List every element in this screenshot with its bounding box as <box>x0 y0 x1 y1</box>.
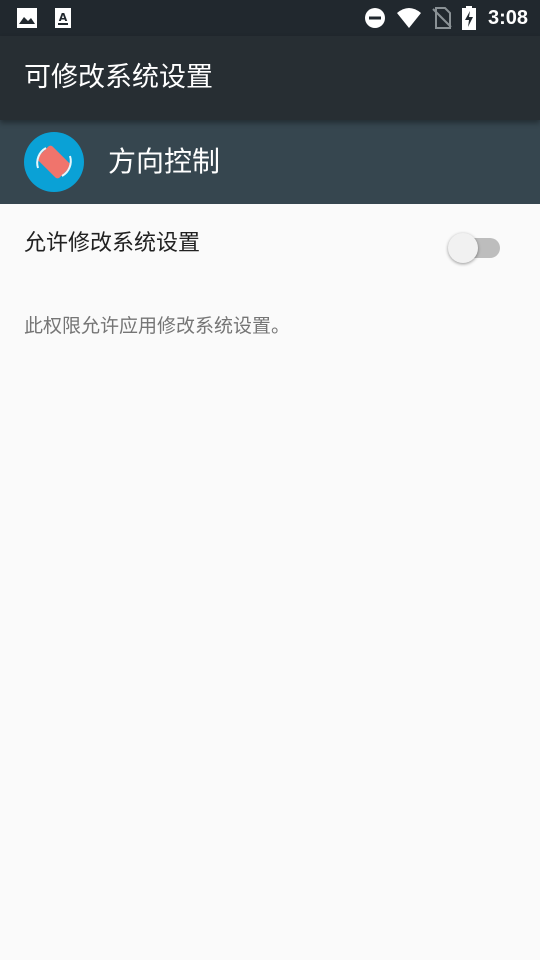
app-header: 方向控制 <box>0 120 540 204</box>
svg-text:A: A <box>59 11 68 24</box>
no-sim-icon <box>432 7 452 29</box>
font-notification-icon: A <box>54 7 74 29</box>
notification-icons: A <box>16 7 74 29</box>
allow-modify-settings-toggle[interactable] <box>448 228 504 264</box>
app-bar: 可修改系统设置 <box>0 36 540 120</box>
allow-modify-settings-row[interactable]: 允许修改系统设置 <box>0 204 540 286</box>
image-notification-icon <box>16 7 38 29</box>
screen: A 3:08 可修改系统设置 方向控制 允许修改系统设置 此权限允许应用修改系统… <box>0 0 540 960</box>
app-name: 方向控制 <box>108 145 221 178</box>
wifi-icon <box>396 7 422 29</box>
setting-label: 允许修改系统设置 <box>24 231 201 256</box>
battery-charging-icon <box>461 6 476 30</box>
status-bar: A 3:08 <box>0 0 540 36</box>
do-not-disturb-icon <box>364 7 386 29</box>
toggle-thumb <box>448 233 478 263</box>
status-time: 3:08 <box>487 6 528 29</box>
page-title: 可修改系统设置 <box>24 62 213 93</box>
system-icons: 3:08 <box>364 0 528 36</box>
screen-rotation-app-icon <box>24 132 84 192</box>
permission-description: 此权限允许应用修改系统设置。 <box>24 315 291 337</box>
